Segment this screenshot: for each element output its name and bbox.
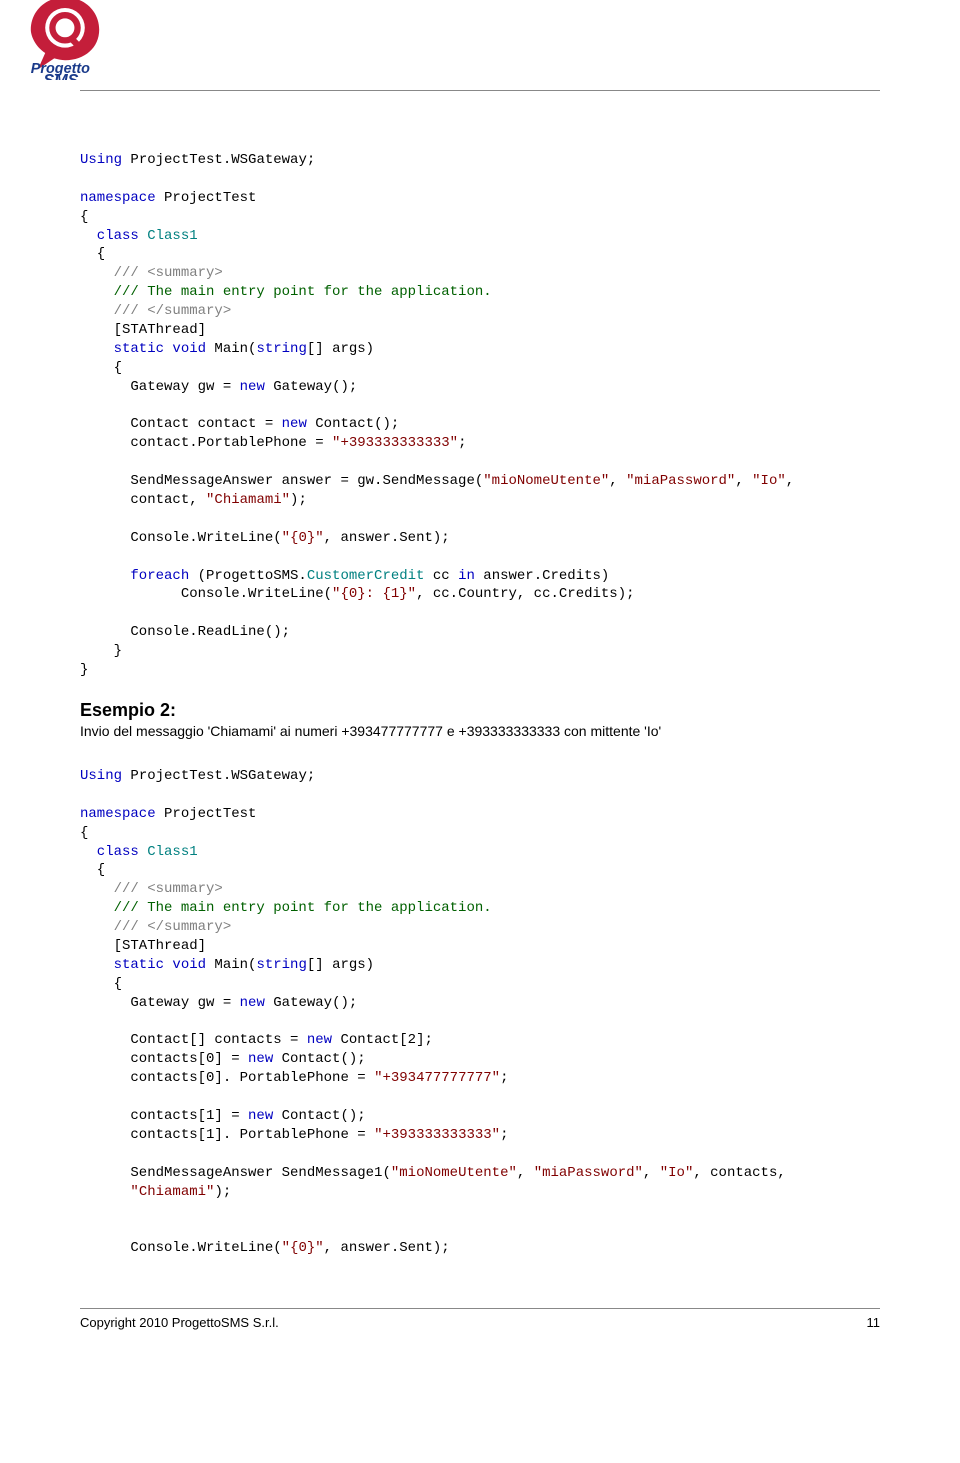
example-2-heading: Esempio 2: bbox=[80, 700, 880, 721]
header-logo-area: Progetto SMS bbox=[80, 0, 880, 91]
code-block-1: Using ProjectTest.WSGateway; namespace P… bbox=[80, 151, 880, 680]
footer: Copyright 2010 ProgettoSMS S.r.l. 11 bbox=[80, 1308, 880, 1330]
copyright-text: Copyright 2010 ProgettoSMS S.r.l. bbox=[80, 1315, 279, 1330]
example-2-desc: Invio del messaggio 'Chiamami' ai numeri… bbox=[80, 723, 880, 739]
logo-icon: Progetto SMS bbox=[20, 0, 110, 80]
svg-text:SMS: SMS bbox=[43, 71, 78, 80]
code-block-2: Using ProjectTest.WSGateway; namespace P… bbox=[80, 767, 880, 1258]
page-number: 11 bbox=[867, 1315, 881, 1330]
